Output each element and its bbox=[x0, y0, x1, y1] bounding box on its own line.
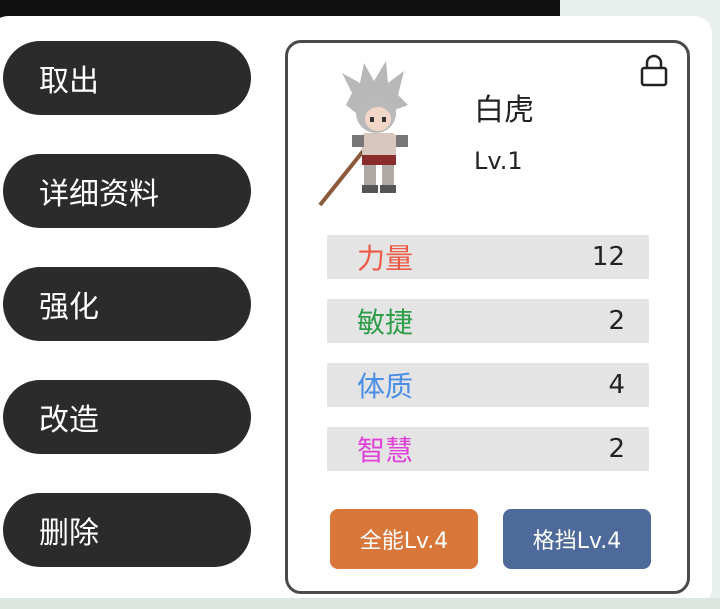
delete-button[interactable]: 删除 bbox=[3, 493, 251, 567]
hero-avatar bbox=[318, 61, 408, 207]
skill-button-allround[interactable]: 全能Lv.4 bbox=[330, 509, 478, 569]
stat-value: 4 bbox=[608, 370, 625, 400]
skill-button-block[interactable]: 格挡Lv.4 bbox=[503, 509, 651, 569]
modify-button[interactable]: 改造 bbox=[3, 380, 251, 454]
stat-wisdom: 智慧 2 bbox=[327, 427, 649, 471]
enhance-button[interactable]: 强化 bbox=[3, 267, 251, 341]
stat-label: 体质 bbox=[357, 370, 414, 403]
bottom-strip bbox=[0, 598, 720, 609]
stat-value: 2 bbox=[608, 434, 625, 464]
hero-card: 白虎 Lv.1 力量 12 敏捷 2 体质 4 智慧 2 全能Lv.4 格挡Lv… bbox=[285, 40, 690, 594]
stat-strength: 力量 12 bbox=[327, 235, 649, 279]
stat-value: 2 bbox=[608, 306, 625, 336]
hero-name: 白虎 bbox=[474, 93, 534, 128]
stat-label: 智慧 bbox=[357, 434, 414, 467]
lock-icon[interactable] bbox=[639, 53, 669, 87]
stat-agility: 敏捷 2 bbox=[327, 299, 649, 343]
stat-constitution: 体质 4 bbox=[327, 363, 649, 407]
hero-level: Lv.1 bbox=[474, 147, 523, 175]
stat-label: 力量 bbox=[357, 242, 414, 275]
stat-label: 敏捷 bbox=[357, 306, 414, 339]
cancel-button[interactable]: 取出 bbox=[3, 41, 251, 115]
stat-value: 12 bbox=[591, 242, 625, 272]
details-button[interactable]: 详细资料 bbox=[3, 154, 251, 228]
